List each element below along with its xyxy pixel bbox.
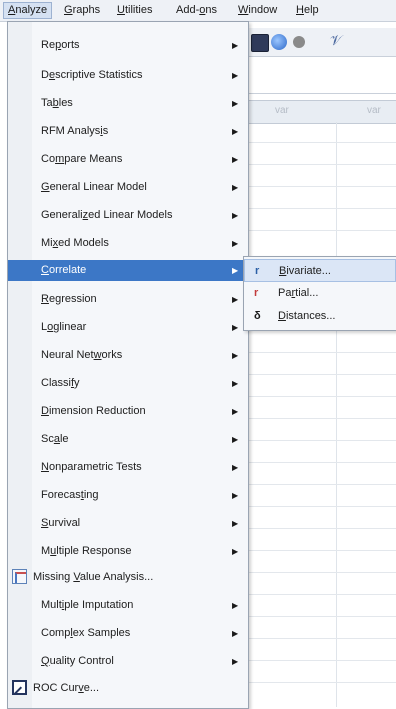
grid-row-line: [245, 572, 396, 573]
column-header[interactable]: var: [367, 105, 381, 116]
menu-bar: Analyze Graphs Utilities Add-ons Window …: [0, 0, 396, 22]
menu-item-dimension-reduction[interactable]: Dimension Reduction ▶: [8, 401, 248, 422]
submenu-arrow-icon: ▶: [232, 295, 239, 304]
menu-utilities[interactable]: Utilities: [113, 3, 156, 18]
grid-divider: [336, 122, 337, 707]
menu-item-classify[interactable]: Classify ▶: [8, 373, 248, 394]
missing-value-analysis-icon: [12, 569, 27, 584]
menu-item-neural-networks[interactable]: Neural Networks ▶: [8, 345, 248, 366]
cell-editor[interactable]: [245, 57, 396, 94]
grid-row-line: [245, 230, 396, 231]
submenu-arrow-icon: ▶: [232, 629, 239, 638]
weight-cases-icon[interactable]: [293, 36, 305, 48]
grid-row-line: [245, 682, 396, 683]
grid-row-line: [245, 186, 396, 187]
menu-add-ons[interactable]: Add-ons: [172, 3, 221, 18]
menu-item-complex-samples[interactable]: Complex Samples ▶: [8, 623, 248, 644]
menu-item-descriptive-statistics[interactable]: Descriptive Statistics ▶: [8, 65, 248, 86]
grid-row-line: [245, 374, 396, 375]
menu-help[interactable]: Help: [292, 3, 323, 18]
menu-item-generalized-linear-models[interactable]: Generalized Linear Models ▶: [8, 205, 248, 226]
split-file-icon[interactable]: [251, 34, 269, 52]
grid-row-line: [245, 638, 396, 639]
grid-row-line: [245, 550, 396, 551]
submenu-arrow-icon: ▶: [232, 657, 239, 666]
submenu-arrow-icon: ▶: [232, 601, 239, 610]
submenu-arrow-icon: ▶: [232, 41, 239, 50]
menu-item-mixed-models[interactable]: Mixed Models ▶: [8, 233, 248, 254]
partial-icon: r: [254, 287, 259, 299]
roc-curve-icon: [12, 680, 27, 695]
grid-row-line: [245, 208, 396, 209]
grid-row-line: [245, 142, 396, 143]
grid-row-line: [245, 396, 396, 397]
distances-icon: δ: [254, 310, 261, 322]
grid-row-line: [245, 506, 396, 507]
menu-item-tables[interactable]: Tables ▶: [8, 93, 248, 114]
submenu-arrow-icon: ▶: [232, 71, 239, 80]
grid-row-line: [245, 462, 396, 463]
menu-item-correlate[interactable]: Correlate ▶: [8, 260, 248, 281]
analyze-menu: Reports ▶ Descriptive Statistics ▶ Table…: [7, 21, 249, 709]
grid-row-line: [245, 440, 396, 441]
submenu-arrow-icon: ▶: [232, 519, 239, 528]
column-header-row: var var: [245, 100, 396, 124]
grid-row-line: [245, 660, 396, 661]
grid-row-line: [245, 528, 396, 529]
submenu-arrow-icon: ▶: [232, 183, 239, 192]
submenu-arrow-icon: ▶: [232, 211, 239, 220]
submenu-arrow-icon: ▶: [232, 351, 239, 360]
menu-item-multiple-response[interactable]: Multiple Response ▶: [8, 541, 248, 562]
submenu-arrow-icon: ▶: [232, 379, 239, 388]
bivariate-icon: r: [255, 265, 260, 277]
menu-item-quality-control[interactable]: Quality Control ▶: [8, 651, 248, 672]
menu-item-multiple-imputation[interactable]: Multiple Imputation ▶: [8, 595, 248, 616]
submenu-arrow-icon: ▶: [232, 435, 239, 444]
submenu-arrow-icon: ▶: [232, 407, 239, 416]
submenu-arrow-icon: ▶: [232, 547, 239, 556]
menu-item-compare-means[interactable]: Compare Means ▶: [8, 149, 248, 170]
correlate-submenu: r Bivariate... r Partial... δ Distances.…: [243, 256, 396, 331]
submenu-arrow-icon: ▶: [232, 463, 239, 472]
select-cases-icon[interactable]: [271, 34, 287, 50]
menu-item-reports[interactable]: Reports ▶: [8, 35, 248, 56]
grid-row-line: [245, 484, 396, 485]
menu-item-nonparametric-tests[interactable]: Nonparametric Tests ▶: [8, 457, 248, 478]
grid-row-line: [245, 418, 396, 419]
menu-window[interactable]: Window: [234, 3, 281, 18]
menu-graphs[interactable]: Graphs: [60, 3, 104, 18]
submenu-arrow-icon: ▶: [232, 491, 239, 500]
submenu-item-partial[interactable]: r Partial...: [244, 282, 396, 305]
menu-item-survival[interactable]: Survival ▶: [8, 513, 248, 534]
submenu-arrow-icon: ▶: [232, 127, 239, 136]
grid-row-line: [245, 164, 396, 165]
menu-item-roc-curve[interactable]: ROC Curve...: [8, 678, 248, 699]
menu-item-rfm-analysis[interactable]: RFM Analysis ▶: [8, 121, 248, 142]
menu-item-general-linear-model[interactable]: General Linear Model ▶: [8, 177, 248, 198]
submenu-arrow-icon: ▶: [232, 266, 239, 275]
submenu-arrow-icon: ▶: [232, 155, 239, 164]
column-header[interactable]: var: [275, 105, 289, 116]
submenu-arrow-icon: ▶: [232, 323, 239, 332]
menu-analyze[interactable]: Analyze: [3, 2, 53, 19]
submenu-item-bivariate[interactable]: r Bivariate...: [244, 259, 396, 282]
submenu-arrow-icon: ▶: [232, 99, 239, 108]
menu-item-missing-value-analysis[interactable]: Missing Value Analysis...: [8, 567, 248, 588]
grid-row-line: [245, 616, 396, 617]
menu-item-scale[interactable]: Scale ▶: [8, 429, 248, 450]
menu-item-regression[interactable]: Regression ▶: [8, 289, 248, 310]
toolbar: 𝒱: [245, 28, 396, 57]
submenu-item-distances[interactable]: δ Distances...: [244, 305, 396, 328]
grid-row-line: [245, 352, 396, 353]
grid-row-line: [245, 594, 396, 595]
submenu-arrow-icon: ▶: [232, 239, 239, 248]
menu-item-loglinear[interactable]: Loglinear ▶: [8, 317, 248, 338]
value-labels-icon[interactable]: 𝒱: [330, 32, 342, 49]
menu-item-forecasting[interactable]: Forecasting ▶: [8, 485, 248, 506]
